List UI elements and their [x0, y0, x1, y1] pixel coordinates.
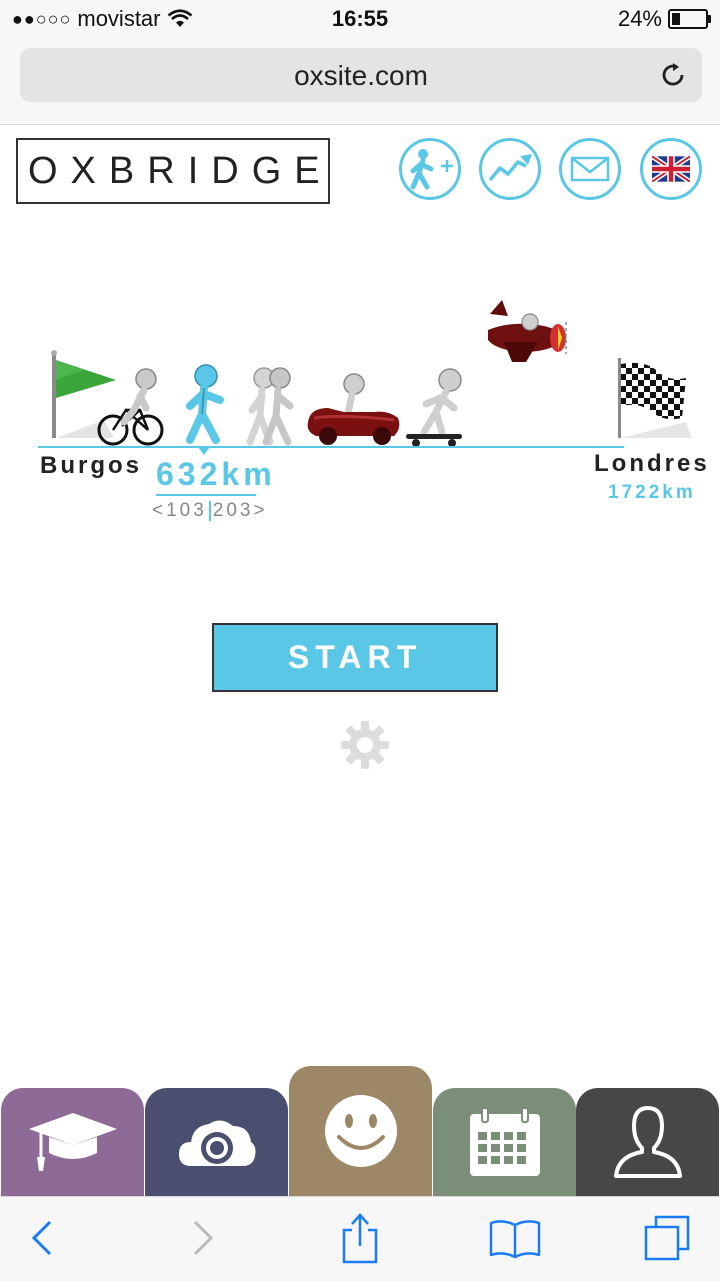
start-city-label: Burgos: [40, 452, 142, 479]
range-left: <103: [152, 500, 207, 521]
cyclist-icon: [97, 368, 164, 446]
share-icon: [342, 1213, 378, 1264]
language-button[interactable]: [640, 138, 702, 200]
address-bar[interactable]: oxsite.com: [20, 48, 702, 102]
mail-button[interactable]: [559, 138, 621, 200]
bookmarks-button[interactable]: [488, 1211, 542, 1265]
range-separator: [208, 500, 211, 521]
user-icon: [613, 1106, 682, 1178]
share-button[interactable]: [333, 1211, 387, 1265]
browser-address-area: oxsite.com: [0, 40, 720, 125]
range-right: 203>: [212, 500, 268, 521]
logo-text: OXBRIDGE: [28, 150, 333, 192]
tab-calendar[interactable]: [433, 1088, 576, 1196]
mail-icon: [570, 156, 610, 182]
clock: 16:55: [331, 6, 389, 31]
walkers-icon: [246, 367, 294, 446]
uk-flag-icon: [652, 156, 690, 182]
tabs-button[interactable]: [640, 1211, 694, 1265]
tab-education[interactable]: [1, 1088, 144, 1196]
race-track-line: [38, 446, 624, 448]
start-button[interactable]: START: [212, 623, 498, 692]
current-distance: 632km: [156, 456, 276, 492]
forward-button[interactable]: [176, 1211, 230, 1265]
position-marker: [198, 447, 210, 455]
car-icon: [307, 373, 400, 445]
status-bar: ●●○○○ movistar 16:55 24%: [0, 0, 720, 40]
end-city-label: Londres: [594, 450, 710, 477]
end-distance: 1722km: [608, 482, 696, 503]
reload-icon[interactable]: [658, 60, 688, 90]
battery-percent: 24%: [617, 6, 662, 31]
tabs-icon: [644, 1215, 690, 1261]
bookmarks-icon: [489, 1220, 541, 1259]
tab-home[interactable]: [289, 1066, 432, 1196]
status-right: 24%: [617, 6, 711, 32]
stats-button[interactable]: [479, 138, 541, 200]
forward-icon: [193, 1220, 214, 1256]
settings-gear-icon[interactable]: [340, 720, 390, 770]
graduation-cap-icon: [28, 1113, 117, 1171]
url-text: oxsite.com: [294, 60, 428, 91]
distance-underline: [156, 494, 256, 496]
tab-profile[interactable]: [576, 1088, 719, 1196]
checkered-flag-icon: [618, 358, 692, 438]
cloud-camera-icon: [178, 1120, 255, 1166]
smiley-icon: [324, 1095, 397, 1167]
airplane-icon: [488, 300, 567, 362]
browser-toolbar: [0, 1196, 720, 1281]
skateboarder-icon: [406, 368, 462, 447]
back-button[interactable]: [15, 1211, 69, 1265]
oxbridge-logo[interactable]: OXBRIDGE: [16, 138, 330, 204]
distance-range: <103 203>: [152, 500, 268, 522]
battery-fill: [672, 13, 680, 25]
calendar-icon: [469, 1107, 540, 1176]
tab-media[interactable]: [145, 1088, 288, 1196]
add-person-icon: [410, 149, 453, 190]
trending-icon: [488, 154, 532, 182]
runner-active-icon: [186, 364, 224, 444]
back-icon: [31, 1220, 52, 1256]
battery-icon: [668, 9, 711, 29]
add-person-button[interactable]: [399, 138, 461, 200]
